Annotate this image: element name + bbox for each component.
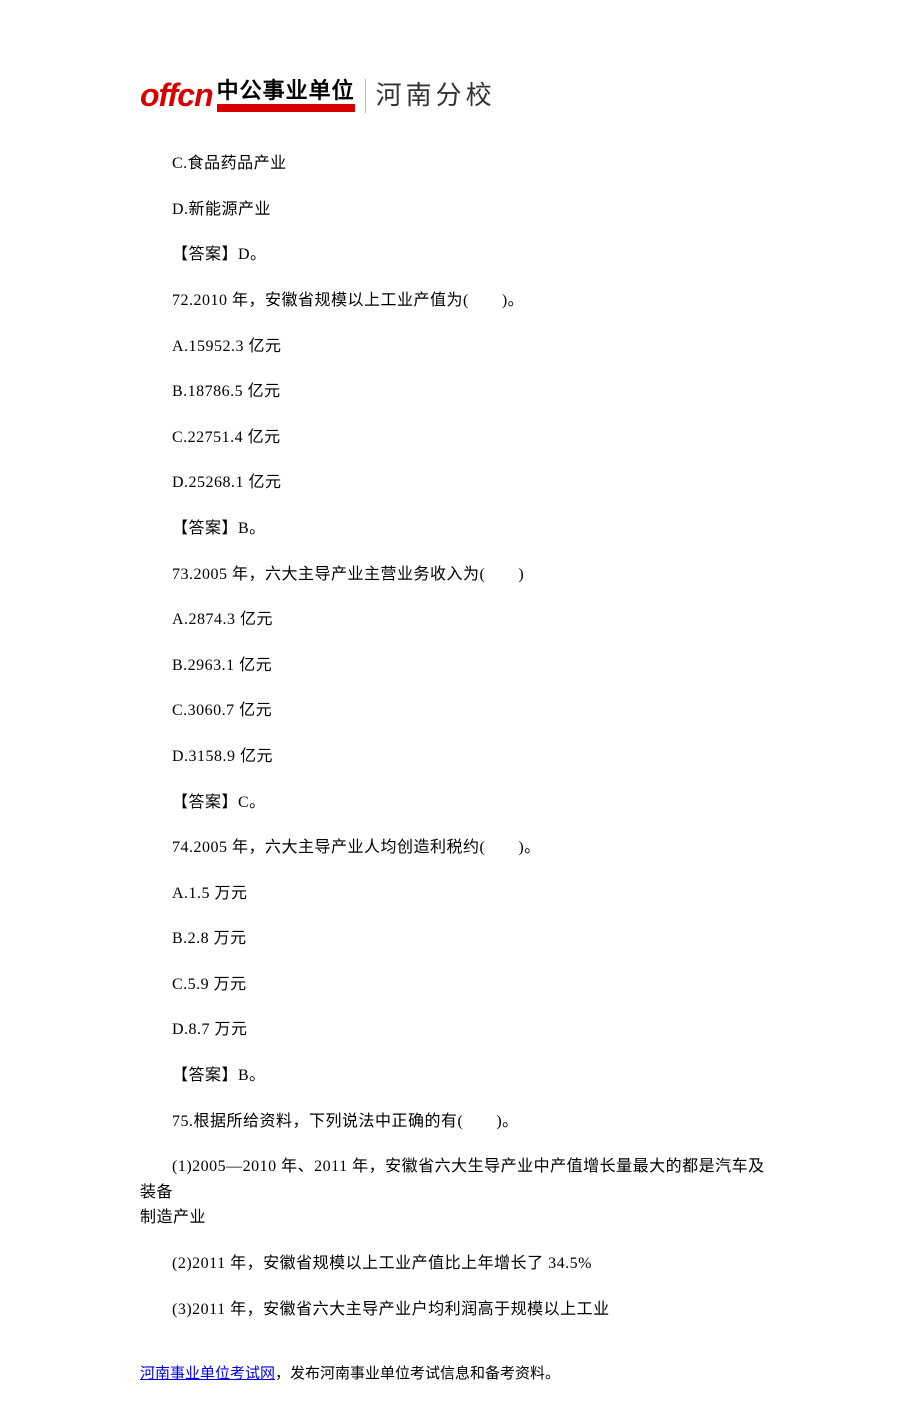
q74-option-c: C.5.9 万元 bbox=[140, 972, 780, 998]
logo-cn-block: 中公事业单位 bbox=[217, 80, 355, 112]
q75-statement-3: (3)2011 年，安徽省六大主导产业户均利润高于规模以上工业 bbox=[140, 1297, 780, 1323]
answer-73: 【答案】C。 bbox=[140, 790, 780, 816]
q72-option-a: A.15952.3 亿元 bbox=[140, 334, 780, 360]
question-72: 72.2010 年，安徽省规模以上工业产值为( )。 bbox=[140, 288, 780, 314]
logo-offcn-text: offcn bbox=[140, 70, 213, 121]
answer-71: 【答案】D。 bbox=[140, 242, 780, 268]
q74-option-a: A.1.5 万元 bbox=[140, 881, 780, 907]
question-73: 73.2005 年，六大主导产业主营业务收入为( ) bbox=[140, 562, 780, 588]
option-d: D.新能源产业 bbox=[140, 197, 780, 223]
q72-option-b: B.18786.5 亿元 bbox=[140, 379, 780, 405]
question-74: 74.2005 年，六大主导产业人均创造利税约( )。 bbox=[140, 835, 780, 861]
q75-statement-1a: (1)2005—2010 年、2011 年，安徽省六大生导产业中产值增长量最大的… bbox=[140, 1154, 780, 1205]
q72-option-c: C.22751.4 亿元 bbox=[140, 425, 780, 451]
header-logo: offcn 中公事业单位 河南分校 bbox=[140, 70, 920, 121]
q73-option-a: A.2874.3 亿元 bbox=[140, 607, 780, 633]
q75-statement-2: (2)2011 年，安徽省规模以上工业产值比上年增长了 34.5% bbox=[140, 1251, 780, 1277]
q74-option-b: B.2.8 万元 bbox=[140, 926, 780, 952]
q73-option-b: B.2963.1 亿元 bbox=[140, 653, 780, 679]
logo-cn-sub-bar bbox=[217, 104, 355, 112]
q73-option-c: C.3060.7 亿元 bbox=[140, 698, 780, 724]
q74-option-d: D.8.7 万元 bbox=[140, 1017, 780, 1043]
q75-statement-1b: 制造产业 bbox=[140, 1205, 780, 1231]
q73-option-d: D.3158.9 亿元 bbox=[140, 744, 780, 770]
logo-branch: 河南分校 bbox=[376, 75, 496, 117]
q72-option-d: D.25268.1 亿元 bbox=[140, 470, 780, 496]
document-content: C.食品药品产业 D.新能源产业 【答案】D。 72.2010 年，安徽省规模以… bbox=[0, 151, 920, 1322]
logo-cn-main: 中公事业单位 bbox=[217, 80, 355, 102]
footer: 河南事业单位考试网，发布河南事业单位考试信息和备考资料。 bbox=[0, 1362, 920, 1386]
question-75: 75.根据所给资料，下列说法中正确的有( )。 bbox=[140, 1109, 780, 1135]
answer-74: 【答案】B。 bbox=[140, 1063, 780, 1089]
logo-divider bbox=[365, 79, 366, 113]
footer-link[interactable]: 河南事业单位考试网 bbox=[140, 1366, 275, 1382]
answer-72: 【答案】B。 bbox=[140, 516, 780, 542]
option-c: C.食品药品产业 bbox=[140, 151, 780, 177]
footer-tail: ，发布河南事业单位考试信息和备考资料。 bbox=[275, 1366, 560, 1382]
